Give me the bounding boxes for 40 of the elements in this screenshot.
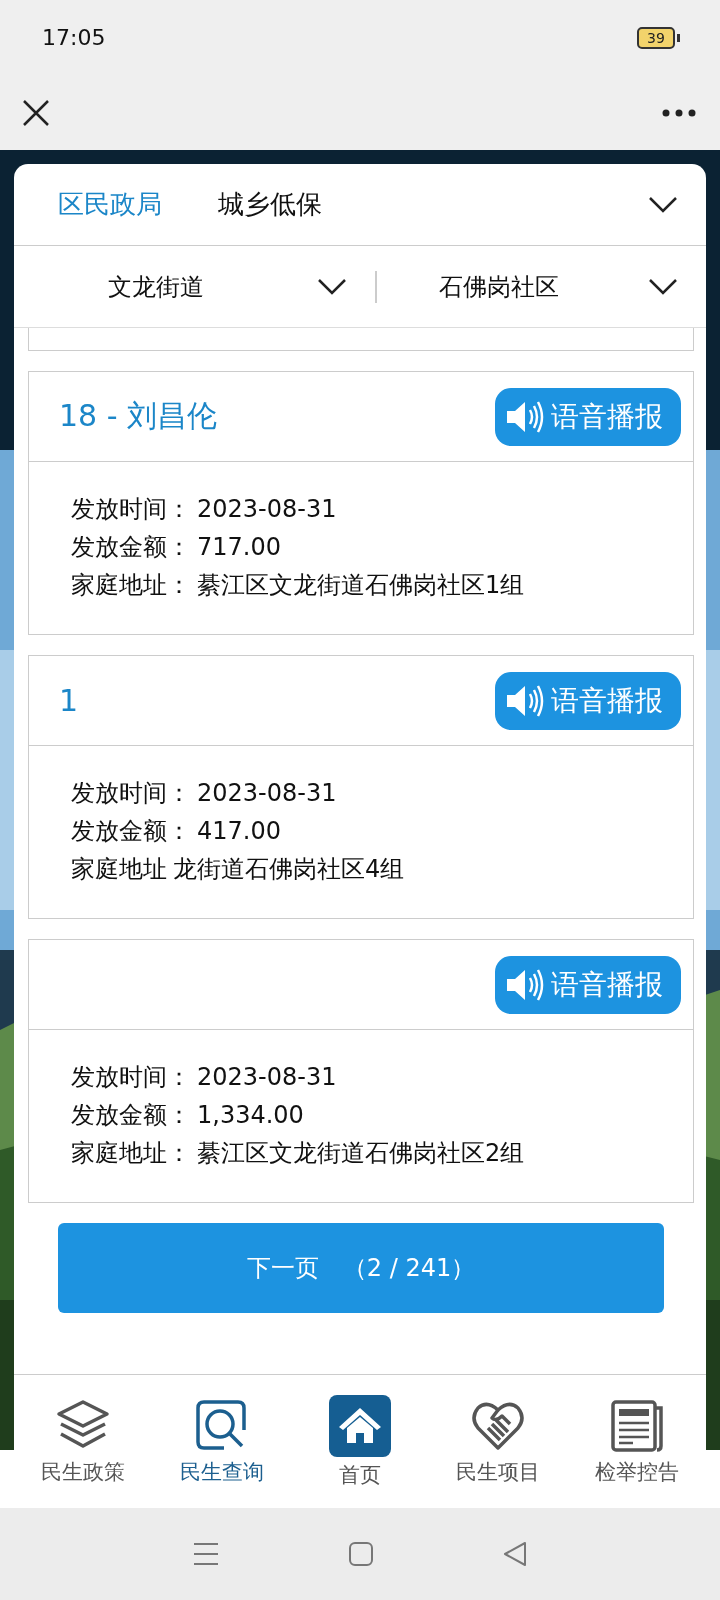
date-label: 发放时间： [71,494,191,525]
amount-value: 717.00 [197,532,281,563]
menu-icon[interactable] [193,1542,219,1566]
record-title: 18 - 刘昌伦 [59,397,218,435]
nav-tab[interactable]: 检举控告 [567,1375,707,1508]
date-label: 发放时间： [71,1062,191,1093]
category-dropdown[interactable]: 城乡低保 [218,187,648,222]
community-dropdown[interactable]: 石佛岗社区 [439,270,559,303]
address-label: 家庭地址 [71,854,167,885]
record-title: 1 [59,683,79,718]
nav-tab[interactable]: 民生查询 [152,1375,291,1508]
amount-label: 发放金额： [71,532,191,563]
nav-tab[interactable]: 民生项目 [429,1375,568,1508]
amount-value: 417.00 [197,816,281,847]
address-value: 綦江区文龙街道石佛岗社区2组 [197,1138,525,1169]
nav-tab[interactable]: 民生政策 [14,1375,153,1508]
newspaper-icon [608,1397,665,1454]
address-value: 龙街道石佛岗社区4组 [173,854,405,885]
date-value: 2023-08-31 [197,494,337,525]
home-icon [329,1394,391,1457]
chevron-down-icon[interactable] [648,277,678,296]
address-label: 家庭地址： [71,570,191,601]
amount-label: 发放金额： [71,816,191,847]
nav-tab[interactable]: 首页 [290,1375,430,1508]
date-value: 2023-08-31 [197,1062,337,1093]
street-dropdown[interactable]: 文龙街道 [108,270,204,303]
close-icon[interactable] [22,98,50,127]
address-label: 家庭地址： [71,1138,191,1169]
date-label: 发放时间： [71,778,191,809]
amount-label: 发放金额： [71,1100,191,1131]
more-icon[interactable] [662,108,696,117]
address-value: 綦江区文龙街道石佛岗社区1组 [197,570,525,601]
home-button-icon[interactable] [349,1542,373,1566]
back-icon[interactable] [503,1542,527,1566]
chevron-down-icon[interactable] [648,195,678,214]
chevron-down-icon[interactable] [317,277,347,296]
date-value: 2023-08-31 [197,778,337,809]
department-label: 区民政局 [58,188,162,221]
amount-value: 1,334.00 [197,1100,304,1131]
status-time: 17:05 [42,25,106,50]
